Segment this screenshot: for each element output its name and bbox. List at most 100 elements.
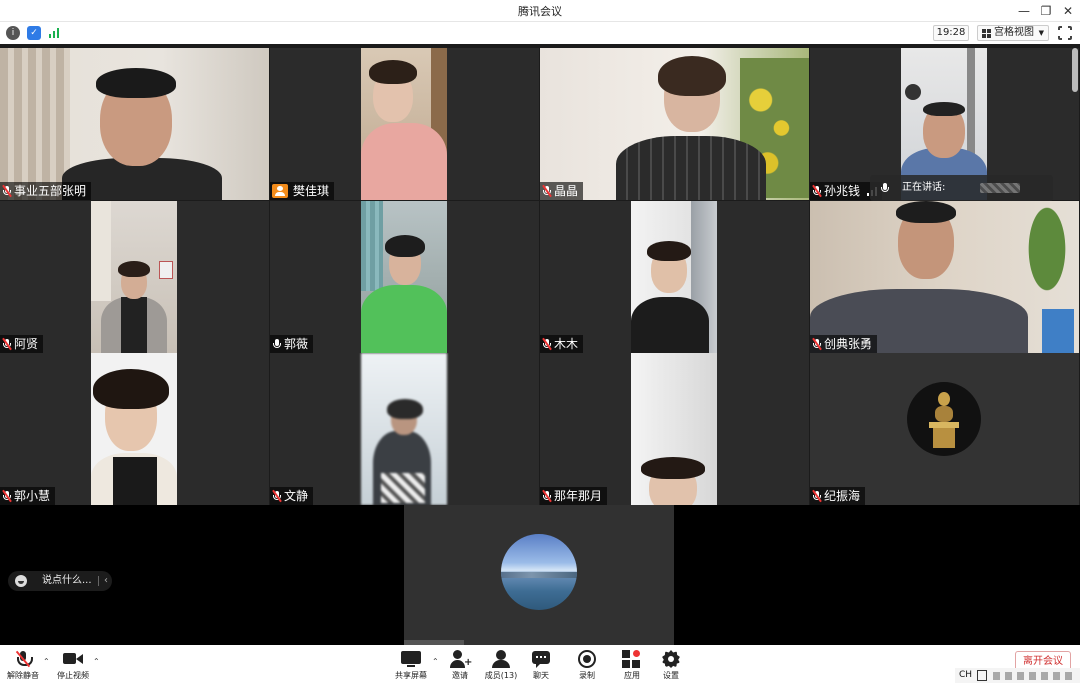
participant-tile[interactable]: 樊佳琪 (270, 48, 539, 200)
share-screen-label: 共享屏幕 (395, 671, 427, 680)
participant-video (631, 353, 717, 505)
chat-divider (98, 576, 99, 586)
participant-name: 纪振海 (824, 489, 861, 503)
invite-button[interactable]: + 邀请 (446, 645, 474, 683)
ime-mode-icon[interactable] (977, 670, 987, 681)
gear-icon (661, 650, 681, 668)
mic-muted-icon (272, 489, 282, 503)
chevron-down-icon: ▼ (1038, 29, 1044, 37)
grid-scrollbar[interactable] (1072, 48, 1078, 92)
chat-icon (531, 650, 551, 668)
quick-chat-input[interactable]: 说点什么... ‹ (8, 571, 112, 591)
participant-name: 事业五部张明 (14, 184, 87, 198)
ime-status-bar: CH (955, 668, 1080, 683)
mic-muted-icon (542, 337, 552, 351)
participant-video (810, 201, 1079, 353)
chat-placeholder: 说点什么... (42, 575, 92, 586)
participant-video (631, 201, 717, 353)
meeting-toolbar: 解除静音 ⌃ 停止视频 ⌃ 共享屏幕 ⌃ + 邀请 成员(13) 聊天 录制 应… (0, 645, 1080, 683)
camera-user-icon (272, 184, 288, 198)
apps-label: 应用 (624, 671, 640, 680)
participant-tile[interactable]: 晶晶 (540, 48, 809, 200)
participant-name: 郭小慧 (14, 489, 51, 503)
record-icon (577, 650, 597, 668)
grid-view-icon (982, 29, 991, 38)
participant-tile[interactable]: 郭薇 (270, 201, 539, 353)
chat-button[interactable]: 聊天 (527, 645, 555, 683)
ime-language: CH (959, 670, 973, 680)
participant-nameplate: 纪振海 (810, 487, 866, 505)
share-screen-button[interactable]: 共享屏幕 (393, 645, 429, 683)
participant-video (361, 353, 447, 505)
mic-icon (272, 338, 282, 350)
participant-nameplate: 郭小慧 (0, 487, 56, 505)
close-icon[interactable]: ✕ (1056, 0, 1080, 22)
participant-tile[interactable]: 创典张勇 (810, 201, 1079, 353)
minimize-icon[interactable]: — (1012, 0, 1036, 22)
participant-nameplate: 阿贤 (0, 335, 44, 353)
chevron-left-icon[interactable]: ‹ (104, 571, 108, 591)
meeting-window: 腾讯会议 — ❐ ✕ i ✓ 19:28 宫格视图 ▼ 事业五部张明 樊佳琪 晶… (0, 0, 1080, 683)
mic-muted-icon (2, 489, 12, 503)
participant-name: 木木 (554, 337, 579, 351)
participant-name: 孙兆钱 (824, 184, 861, 198)
restore-icon[interactable]: ❐ (1034, 0, 1058, 22)
participant-name: 那年那月 (554, 489, 603, 503)
participant-name: 樊佳琪 (293, 184, 330, 198)
speaker-mic-icon (880, 182, 890, 194)
mic-muted-icon (542, 184, 552, 198)
apps-button[interactable]: 应用 (618, 645, 646, 683)
participant-name: 郭薇 (284, 337, 309, 351)
camera-icon (63, 650, 83, 668)
participant-video (361, 48, 447, 200)
self-view-area: 说点什么... ‹ (0, 505, 1080, 645)
participant-video (540, 48, 809, 200)
info-icon[interactable]: i (6, 26, 20, 40)
participant-nameplate: 木木 (540, 335, 584, 353)
participant-tile[interactable]: 木木 (540, 201, 809, 353)
stop-video-label: 停止视频 (57, 671, 89, 680)
emoji-icon[interactable] (15, 575, 27, 587)
mic-muted-icon (542, 489, 552, 503)
record-button[interactable]: 录制 (573, 645, 601, 683)
participant-tile[interactable]: 阿贤 (0, 201, 269, 353)
participant-name: 文静 (284, 489, 309, 503)
participant-tile[interactable]: 那年那月 (540, 353, 809, 505)
shield-icon[interactable]: ✓ (27, 26, 41, 40)
settings-button[interactable]: 设置 (657, 645, 685, 683)
chevron-up-icon[interactable]: ⌃ (93, 657, 100, 666)
mic-muted-icon (13, 650, 33, 668)
participant-tile[interactable]: 纪振海 (810, 353, 1079, 505)
invite-label: 邀请 (452, 671, 468, 680)
meeting-info-bar: i ✓ 19:28 宫格视图 ▼ (0, 22, 1080, 44)
participant-nameplate: 樊佳琪 (270, 182, 335, 200)
speaker-name-redacted (980, 183, 1020, 193)
mic-muted-icon (812, 337, 822, 351)
participant-video (361, 201, 447, 353)
members-button[interactable]: 成员(13) (483, 645, 519, 683)
participant-nameplate: 创典张勇 (810, 335, 878, 353)
self-avatar (501, 534, 577, 610)
stop-video-button[interactable]: 停止视频 (55, 645, 91, 683)
participant-video (91, 201, 177, 353)
view-mode-dropdown[interactable]: 宫格视图 ▼ (977, 25, 1049, 41)
mic-muted-icon (812, 489, 822, 503)
participant-video (0, 48, 269, 200)
participant-nameplate: 晶晶 (540, 182, 584, 200)
add-user-icon: + (450, 650, 472, 668)
participant-tile[interactable]: 文静 (270, 353, 539, 505)
speaking-indicator: 正在讲话: (870, 175, 1053, 201)
fullscreen-icon[interactable] (1057, 25, 1073, 41)
unmute-button[interactable]: 解除静音 (5, 645, 41, 683)
chevron-up-icon[interactable]: ⌃ (432, 657, 439, 666)
participant-tile[interactable]: 事业五部张明 (0, 48, 269, 200)
participant-tile[interactable]: 郭小慧 (0, 353, 269, 505)
participant-avatar (907, 382, 981, 456)
self-view-tile[interactable] (404, 505, 674, 645)
chevron-up-icon[interactable]: ⌃ (43, 657, 50, 666)
record-label: 录制 (579, 671, 595, 680)
participant-nameplate: 事业五部张明 (0, 182, 92, 200)
signal-icon[interactable] (47, 26, 61, 40)
chat-label: 聊天 (533, 671, 549, 680)
participant-nameplate: 那年那月 (540, 487, 608, 505)
